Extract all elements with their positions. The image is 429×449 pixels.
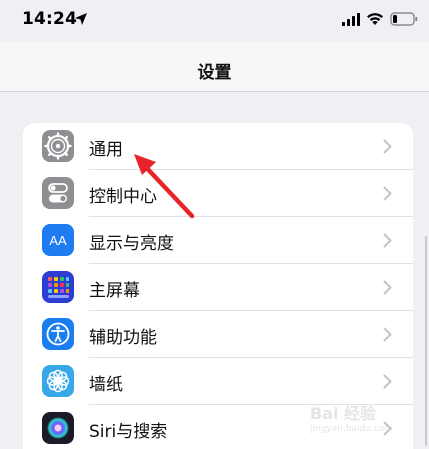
cellular-signal-icon (342, 13, 360, 26)
annotation-arrow-icon (134, 154, 195, 219)
siri-icon (42, 412, 74, 444)
status-bar: 14:24 (0, 0, 429, 42)
app-grid-icon (42, 271, 74, 303)
chevron-right-icon (383, 186, 392, 201)
settings-item-label: 主屏幕 (89, 281, 140, 301)
settings-item-general[interactable]: 通用 (23, 123, 413, 170)
settings-item-label: 通用 (89, 140, 123, 160)
baidu-jingyan-watermark: Bai 经验 jingyan.baidu.com (310, 400, 420, 440)
battery-icon (390, 12, 418, 26)
page-title: 设置 (197, 63, 232, 83)
settings-item-label: 墙纸 (89, 375, 123, 395)
chevron-right-icon (383, 139, 392, 154)
flower-icon (42, 365, 74, 397)
status-time: 14:24 (22, 9, 78, 29)
chevron-right-icon (383, 280, 392, 295)
settings-screen: 14:24 设置 通用 控制中心 AA 显示与亮度 主屏幕 辅助功能 墙纸 Si… (0, 0, 429, 449)
chevron-right-icon (383, 233, 392, 248)
display-glyph: AA (49, 233, 67, 248)
chevron-right-icon (383, 327, 392, 342)
settings-item-control-center[interactable]: 控制中心 (23, 170, 413, 217)
settings-item-label: 辅助功能 (89, 328, 157, 348)
gear-icon (42, 130, 74, 162)
settings-item-wallpaper[interactable]: 墙纸 (23, 358, 413, 405)
scroll-indicator[interactable] (425, 236, 427, 446)
wifi-icon (367, 13, 383, 25)
text-size-icon: AA (42, 224, 74, 256)
settings-item-display-brightness[interactable]: AA 显示与亮度 (23, 217, 413, 264)
accessibility-icon (42, 318, 74, 350)
toggle-icon (42, 177, 74, 209)
chevron-right-icon (383, 374, 392, 389)
watermark-subtext: jingyan.baidu.com (310, 424, 394, 434)
settings-item-accessibility[interactable]: 辅助功能 (23, 311, 413, 358)
location-arrow-icon (75, 13, 87, 25)
navigation-bar: 设置 (0, 42, 429, 92)
settings-item-label: Siri与搜索 (89, 422, 168, 442)
watermark-text: Bai 经验 (310, 404, 377, 423)
settings-item-home-screen[interactable]: 主屏幕 (23, 264, 413, 311)
settings-item-label: 显示与亮度 (89, 234, 174, 254)
